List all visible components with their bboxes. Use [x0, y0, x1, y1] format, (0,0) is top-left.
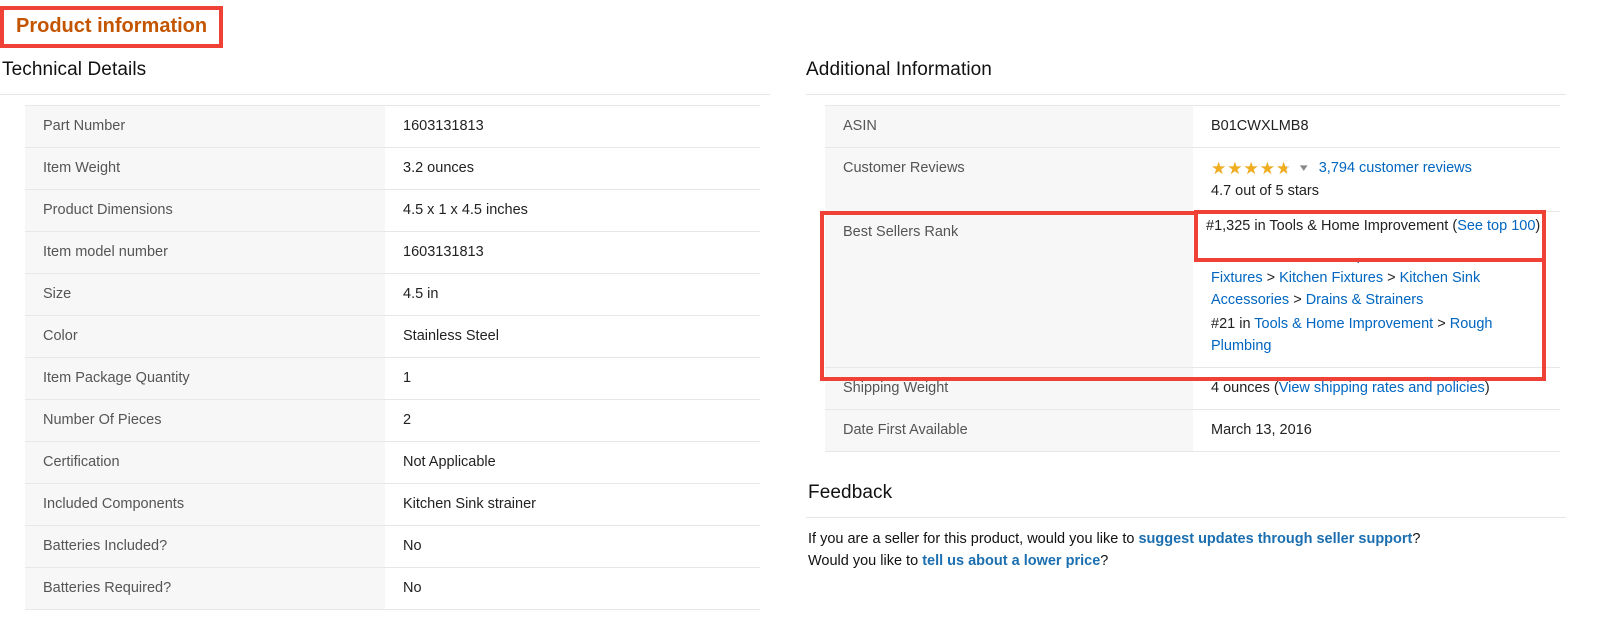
customer-reviews-link[interactable]: 3,794 customer reviews [1319, 158, 1472, 179]
category-link[interactable]: Drains & Strainers [1306, 292, 1424, 308]
spec-value: 2 [385, 399, 760, 442]
highlight-rank-prefix: #1,325 in Tools & Home Improvement ( [1206, 218, 1458, 234]
table-row: Part Number 1603131813 [25, 105, 760, 148]
separator: > [1383, 270, 1400, 286]
table-row-shipping-weight: Shipping Weight 4 ounces (View shipping … [825, 367, 1560, 410]
best-sellers-rank-highlighted-value: #1,325 in Tools & Home Improvement (See … [1206, 216, 1542, 237]
spec-label: Number Of Pieces [25, 399, 385, 442]
shipping-weight-suffix: ) [1484, 380, 1490, 396]
sub-rank-number: #21 in [1211, 316, 1255, 332]
spec-label: ASIN [825, 105, 1193, 148]
spec-label: Certification [25, 441, 385, 484]
spec-value: 4.5 x 1 x 4.5 inches [385, 189, 760, 232]
star-rating-fill: ★★★★★ [1211, 158, 1288, 178]
feedback-line-1-prefix: If you are a seller for this product, wo… [808, 531, 1139, 547]
section-divider [0, 94, 770, 95]
page-title: Product information [16, 15, 208, 37]
highlight-rank-suffix: ) [1535, 218, 1541, 234]
product-information-annotation-box: Product information [0, 6, 224, 48]
table-row-date-first-available: Date First Available March 13, 2016 [825, 409, 1560, 452]
shipping-weight-cell: 4 ounces (View shipping rates and polici… [1193, 367, 1560, 410]
section-divider [806, 94, 1566, 95]
technical-details-section: Technical Details Part Number 1603131813… [0, 58, 775, 610]
additional-information-section: Additional Information ASIN B01CWXLMB8 C… [806, 58, 1566, 452]
spec-label: Item Package Quantity [25, 357, 385, 400]
category-link[interactable]: Tools & Home Improvement [1246, 248, 1425, 264]
table-row: Item model number 1603131813 [25, 231, 760, 274]
spec-label: Item Weight [25, 147, 385, 190]
chevron-down-icon[interactable]: ▾ [1300, 158, 1308, 179]
spec-label: Batteries Included? [25, 525, 385, 568]
spec-label: Product Dimensions [25, 189, 385, 232]
additional-information-title: Additional Information [806, 59, 992, 80]
feedback-section: Feedback If you are a seller for this pr… [806, 481, 1566, 572]
suggest-updates-link[interactable]: suggest updates through seller support [1138, 531, 1412, 547]
best-sellers-rank-sub-2: #21 in Tools & Home Improvement > Rough … [1211, 313, 1546, 357]
spec-label: Part Number [25, 105, 385, 148]
spec-label: Batteries Required? [25, 567, 385, 610]
spec-value: No [385, 567, 760, 610]
spec-value: Kitchen Sink strainer [385, 483, 760, 526]
separator: > [1289, 292, 1306, 308]
best-sellers-rank-sub-1: #4 in Tools & Home Improvement > Kitchen… [1211, 245, 1546, 311]
technical-details-table-body: Part Number 1603131813 Item Weight 3.2 o… [25, 105, 760, 610]
table-row: Item Weight 3.2 ounces [25, 147, 760, 190]
spec-label: Shipping Weight [825, 367, 1193, 410]
spec-value: 4.5 in [385, 273, 760, 316]
table-row: Batteries Included? No [25, 525, 760, 568]
table-row: Product Dimensions 4.5 x 1 x 4.5 inches [25, 189, 760, 232]
additional-information-table: ASIN B01CWXLMB8 Customer Reviews ★★★★★ ★… [825, 105, 1560, 452]
spec-label: Item model number [25, 231, 385, 274]
section-divider [806, 517, 1566, 518]
separator: > [1262, 270, 1280, 286]
feedback-line-1: If you are a seller for this product, wo… [808, 528, 1566, 550]
lower-price-link[interactable]: tell us about a lower price [922, 553, 1100, 569]
feedback-line-2-prefix: Would you like to [808, 553, 923, 569]
spec-label: Customer Reviews [825, 147, 1193, 212]
rating-row: ★★★★★ ★★★★★ ▾ 3,794 customer reviews [1211, 158, 1546, 179]
spec-value: No [385, 525, 760, 568]
shipping-weight-value: 4 ounces ( [1211, 380, 1279, 396]
spec-value: Stainless Steel [385, 315, 760, 358]
feedback-line-2-suffix: ? [1100, 553, 1109, 569]
see-top-100-link-highlighted[interactable]: See top 100 [1457, 218, 1535, 234]
feedback-line-1-suffix: ? [1412, 531, 1421, 547]
technical-details-title: Technical Details [2, 59, 147, 80]
table-row-customer-reviews: Customer Reviews ★★★★★ ★★★★★ ▾ 3,794 cus… [825, 147, 1560, 212]
table-row-asin: ASIN B01CWXLMB8 [825, 105, 1560, 148]
table-row: Certification Not Applicable [25, 441, 760, 484]
category-link[interactable]: Kitchen Fixtures [1279, 270, 1383, 286]
category-link[interactable]: Tools & Home Improvement [1254, 316, 1433, 332]
spec-label: Size [25, 273, 385, 316]
spec-label: Color [25, 315, 385, 358]
shipping-rates-link[interactable]: View shipping rates and policies [1279, 380, 1485, 396]
rating-text: 4.7 out of 5 stars [1211, 183, 1320, 199]
table-row: Item Package Quantity 1 [25, 357, 760, 400]
feedback-line-2: Would you like to tell us about a lower … [808, 550, 1566, 572]
spec-value: 3.2 ounces [385, 147, 760, 190]
spec-label: Date First Available [825, 409, 1193, 452]
table-row: Batteries Required? No [25, 567, 760, 610]
spec-value: 1603131813 [385, 231, 760, 274]
table-row: Included Components Kitchen Sink straine… [25, 483, 760, 526]
separator: > [1425, 248, 1442, 264]
table-row: Size 4.5 in [25, 273, 760, 316]
additional-information-table-body: ASIN B01CWXLMB8 Customer Reviews ★★★★★ ★… [825, 105, 1560, 452]
star-rating-icon[interactable]: ★★★★★ ★★★★★ [1211, 159, 1292, 179]
spec-value: 1603131813 [385, 105, 760, 148]
spec-label: Included Components [25, 483, 385, 526]
feedback-body: If you are a seller for this product, wo… [806, 528, 1566, 572]
table-row: Color Stainless Steel [25, 315, 760, 358]
spec-value: 1 [385, 357, 760, 400]
spec-value: Not Applicable [385, 441, 760, 484]
technical-details-table: Part Number 1603131813 Item Weight 3.2 o… [25, 105, 760, 610]
sub-rank-number: #4 in [1211, 248, 1247, 264]
separator: > [1433, 316, 1450, 332]
spec-label: Best Sellers Rank [825, 211, 1193, 368]
feedback-title: Feedback [808, 482, 893, 503]
spec-value: B01CWXLMB8 [1193, 105, 1560, 148]
spec-value: March 13, 2016 [1193, 409, 1560, 452]
customer-reviews-cell: ★★★★★ ★★★★★ ▾ 3,794 customer reviews 4.7… [1193, 147, 1560, 212]
table-row: Number Of Pieces 2 [25, 399, 760, 442]
